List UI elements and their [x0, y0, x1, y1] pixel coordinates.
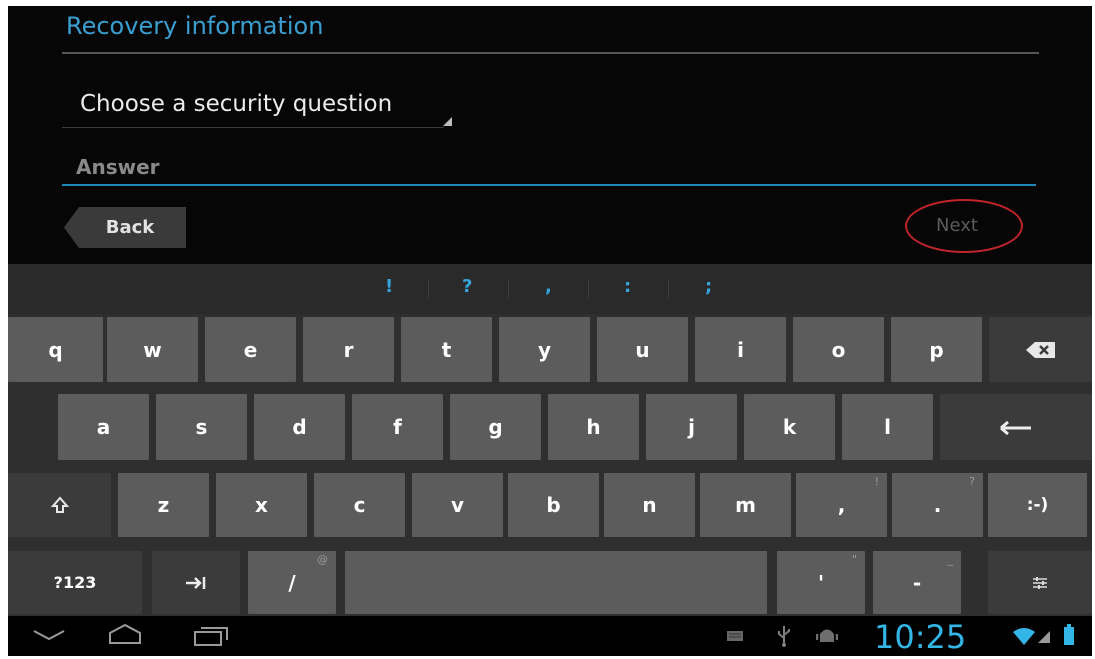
recent-apps-icon[interactable] — [193, 625, 229, 647]
key-comma[interactable]: , ! — [796, 473, 887, 537]
suggestion-item[interactable]: : — [624, 276, 631, 297]
key-s[interactable]: s — [156, 394, 247, 460]
suggestion-divider — [428, 280, 429, 298]
key-t[interactable]: t — [401, 317, 492, 382]
suggestion-item[interactable]: ! — [385, 276, 393, 297]
smiley-key[interactable]: :-) — [988, 473, 1087, 537]
suggestion-item[interactable]: ; — [705, 276, 712, 297]
symbols-key[interactable]: ?123 — [8, 551, 142, 614]
enter-key[interactable] — [940, 394, 1092, 460]
keyboard-settings-key[interactable] — [988, 551, 1092, 614]
signal-icon — [1038, 631, 1050, 643]
section-title: Recovery information — [66, 12, 324, 40]
shift-key[interactable] — [8, 473, 111, 537]
key-hyphen[interactable]: - _ — [873, 551, 961, 614]
key-u[interactable]: u — [597, 317, 688, 382]
key-x[interactable]: x — [216, 473, 307, 537]
key-i[interactable]: i — [695, 317, 786, 382]
key-d[interactable]: d — [254, 394, 345, 460]
key-h[interactable]: h — [548, 394, 639, 460]
key-apostrophe[interactable]: ' " — [777, 551, 865, 614]
title-divider — [62, 52, 1039, 54]
answer-field[interactable] — [62, 150, 1036, 186]
tablet-screen: Recovery information Choose a security q… — [8, 6, 1092, 656]
shift-icon — [50, 496, 69, 513]
key-e[interactable]: e — [205, 317, 296, 382]
suggestion-divider — [508, 280, 509, 298]
battery-icon — [1064, 624, 1074, 645]
key-label: / — [288, 570, 296, 595]
security-question-spinner[interactable]: Choose a security question — [62, 76, 452, 128]
suggestion-item[interactable]: ? — [462, 276, 472, 297]
key-j[interactable]: j — [646, 394, 737, 460]
wifi-icon — [1013, 628, 1035, 645]
key-period[interactable]: . ? — [892, 473, 983, 537]
soft-keyboard: ! ? , : ; q w e r t y u i o p a s d f g … — [8, 264, 1092, 616]
system-nav-bar: 10:25 — [8, 616, 1092, 656]
suggestion-divider — [588, 280, 589, 298]
key-v[interactable]: v — [412, 473, 503, 537]
key-label: - — [912, 570, 922, 595]
keyboard-status-icon — [727, 631, 743, 641]
status-clock: 10:25 — [874, 618, 967, 656]
suggestion-divider — [668, 280, 669, 298]
key-g[interactable]: g — [450, 394, 541, 460]
back-button-label: Back — [105, 217, 155, 238]
space-key[interactable] — [345, 551, 767, 614]
key-label: . — [933, 493, 942, 517]
keyboard-settings-icon — [1033, 576, 1047, 589]
key-alt-label: _ — [947, 553, 954, 566]
usb-icon — [778, 626, 790, 647]
key-w[interactable]: w — [107, 317, 198, 382]
backspace-key[interactable] — [989, 317, 1092, 382]
key-a[interactable]: a — [58, 394, 149, 460]
key-alt-label: " — [851, 553, 857, 566]
security-question-label: Choose a security question — [80, 91, 393, 117]
key-label: , — [837, 493, 846, 517]
key-alt-label: ! — [874, 475, 879, 488]
key-alt-label: @ — [317, 553, 328, 566]
key-c[interactable]: c — [314, 473, 405, 537]
enter-icon — [1000, 420, 1031, 435]
key-f[interactable]: f — [352, 394, 443, 460]
back-button[interactable]: Back — [64, 207, 186, 248]
key-alt-label: ? — [969, 475, 975, 488]
key-slash[interactable]: / @ — [248, 551, 336, 614]
tab-icon — [186, 576, 206, 589]
key-l[interactable]: l — [842, 394, 933, 460]
key-o[interactable]: o — [793, 317, 884, 382]
android-debug-icon — [816, 629, 838, 642]
backspace-icon — [1025, 341, 1055, 358]
key-k[interactable]: k — [744, 394, 835, 460]
home-nav-icon[interactable] — [108, 623, 142, 645]
key-m[interactable]: m — [700, 473, 791, 537]
suggestion-item[interactable]: , — [545, 276, 552, 297]
key-n[interactable]: n — [604, 473, 695, 537]
key-y[interactable]: y — [499, 317, 590, 382]
key-q[interactable]: q — [8, 317, 103, 382]
key-r[interactable]: r — [303, 317, 394, 382]
dropdown-triangle-icon — [443, 117, 452, 126]
suggestion-strip: ! ? , : ; — [8, 264, 1092, 314]
key-b[interactable]: b — [508, 473, 599, 537]
spinner-underline — [62, 127, 444, 128]
tab-key[interactable] — [152, 551, 240, 614]
key-p[interactable]: p — [891, 317, 982, 382]
key-z[interactable]: z — [118, 473, 209, 537]
back-nav-icon[interactable] — [32, 628, 66, 642]
annotation-circle — [905, 199, 1023, 253]
key-label: ' — [817, 570, 825, 595]
